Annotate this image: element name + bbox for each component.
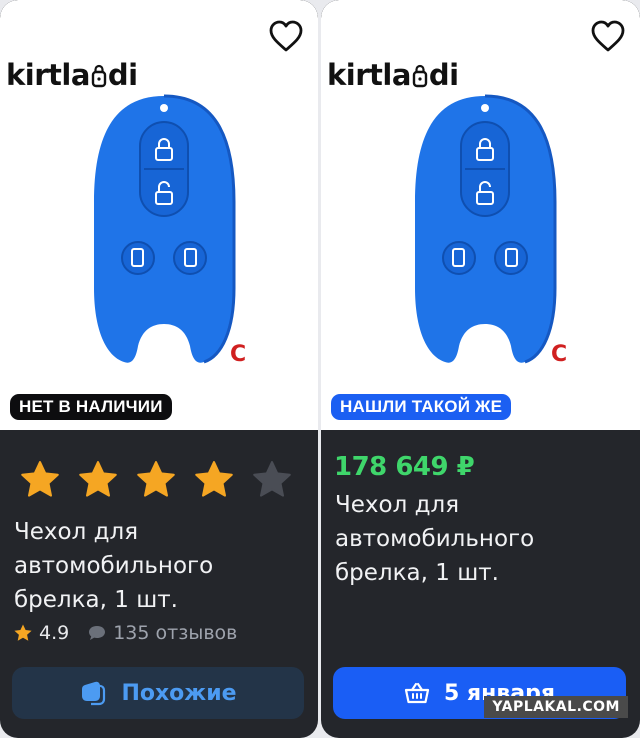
basket-icon: [404, 682, 430, 704]
heart-icon: [269, 20, 303, 52]
product-price: 178 649 ₽: [334, 452, 475, 482]
similar-button[interactable]: Похожие: [12, 667, 304, 719]
found-same-badge: НАШЛИ ТАКОЙ ЖЕ: [331, 394, 512, 420]
rating-value: 4.9: [39, 622, 70, 644]
rating-summary[interactable]: 4.9 135 отзывов: [13, 622, 237, 644]
product-card[interactable]: kirtla di C НАШЛИ ТАКОЙ ЖЕ 178 649 ₽ Чех…: [321, 0, 640, 738]
star-icon: [14, 624, 32, 641]
product-card[interactable]: kirtla di C НЕТ В НАЛИЧИИ Чехол для авто…: [0, 0, 318, 738]
star-icon: [253, 461, 291, 497]
logo-lock-icon: [91, 64, 107, 88]
key-fob-cover-image: [415, 94, 557, 364]
availability-badge: НЕТ В НАЛИЧИИ: [10, 394, 172, 420]
product-title[interactable]: Чехол для автомобильного брелка, 1 шт.: [14, 515, 294, 617]
product-image[interactable]: kirtla di C НЕТ В НАЛИЧИИ: [0, 0, 318, 430]
similar-icon: [82, 681, 106, 706]
brand-mark: C: [551, 342, 568, 367]
chat-icon: [89, 626, 106, 640]
star-icon: [79, 461, 117, 497]
watermark: YAPLAKAL.COM: [484, 696, 628, 718]
similar-button-label: Похожие: [121, 680, 237, 706]
product-image[interactable]: kirtla di C НАШЛИ ТАКОЙ ЖЕ: [321, 0, 640, 430]
star-icon: [195, 461, 233, 497]
star-icon: [137, 461, 175, 497]
product-title[interactable]: Чехол для автомобильного брелка, 1 шт.: [335, 488, 615, 590]
brand-logo: kirtla di: [327, 58, 459, 92]
favorite-button[interactable]: [266, 16, 306, 56]
brand-mark: C: [230, 342, 247, 367]
key-fob-cover-image: [94, 94, 236, 364]
logo-lock-icon: [412, 64, 428, 88]
rating-stars: [18, 458, 294, 502]
favorite-button[interactable]: [588, 16, 628, 56]
reviews-count: 135 отзывов: [113, 622, 238, 644]
star-icon: [21, 461, 59, 497]
heart-icon: [591, 20, 625, 52]
brand-logo: kirtla di: [6, 58, 138, 92]
